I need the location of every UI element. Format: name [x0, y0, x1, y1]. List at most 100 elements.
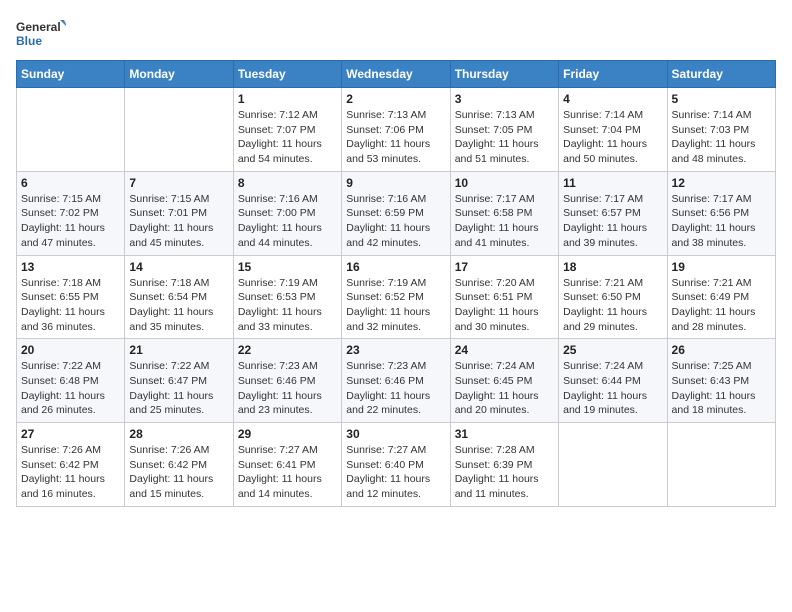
day-info: Sunrise: 7:21 AM Sunset: 6:49 PM Dayligh… [672, 276, 771, 335]
day-number: 3 [455, 92, 554, 106]
day-info: Sunrise: 7:13 AM Sunset: 7:05 PM Dayligh… [455, 108, 554, 167]
calendar-cell [17, 88, 125, 172]
calendar-cell: 3 Sunrise: 7:13 AM Sunset: 7:05 PM Daylig… [450, 88, 558, 172]
day-number: 25 [563, 343, 662, 357]
day-info: Sunrise: 7:16 AM Sunset: 7:00 PM Dayligh… [238, 192, 337, 251]
day-info: Sunrise: 7:21 AM Sunset: 6:50 PM Dayligh… [563, 276, 662, 335]
day-number: 14 [129, 260, 228, 274]
day-info: Sunrise: 7:26 AM Sunset: 6:42 PM Dayligh… [129, 443, 228, 502]
day-number: 12 [672, 176, 771, 190]
calendar-cell: 30 Sunrise: 7:27 AM Sunset: 6:40 PM Dayli… [342, 423, 450, 507]
calendar-cell: 6 Sunrise: 7:15 AM Sunset: 7:02 PM Daylig… [17, 171, 125, 255]
calendar-cell: 8 Sunrise: 7:16 AM Sunset: 7:00 PM Daylig… [233, 171, 341, 255]
day-info: Sunrise: 7:26 AM Sunset: 6:42 PM Dayligh… [21, 443, 120, 502]
calendar-cell: 18 Sunrise: 7:21 AM Sunset: 6:50 PM Dayli… [559, 255, 667, 339]
calendar-cell: 25 Sunrise: 7:24 AM Sunset: 6:44 PM Dayli… [559, 339, 667, 423]
calendar-cell [667, 423, 775, 507]
calendar-week-row: 27 Sunrise: 7:26 AM Sunset: 6:42 PM Dayli… [17, 423, 776, 507]
weekday-row: SundayMondayTuesdayWednesdayThursdayFrid… [17, 61, 776, 88]
weekday-header: Thursday [450, 61, 558, 88]
day-number: 29 [238, 427, 337, 441]
day-info: Sunrise: 7:27 AM Sunset: 6:40 PM Dayligh… [346, 443, 445, 502]
day-info: Sunrise: 7:17 AM Sunset: 6:56 PM Dayligh… [672, 192, 771, 251]
calendar-cell: 1 Sunrise: 7:12 AM Sunset: 7:07 PM Daylig… [233, 88, 341, 172]
day-info: Sunrise: 7:17 AM Sunset: 6:58 PM Dayligh… [455, 192, 554, 251]
day-number: 30 [346, 427, 445, 441]
day-info: Sunrise: 7:22 AM Sunset: 6:47 PM Dayligh… [129, 359, 228, 418]
calendar-cell: 13Sunrise: 7:18 AM Sunset: 6:55 PM Dayli… [17, 255, 125, 339]
svg-text:General: General [16, 20, 61, 34]
day-info: Sunrise: 7:18 AM Sunset: 6:54 PM Dayligh… [129, 276, 228, 335]
weekday-header: Wednesday [342, 61, 450, 88]
day-info: Sunrise: 7:12 AM Sunset: 7:07 PM Dayligh… [238, 108, 337, 167]
day-number: 26 [672, 343, 771, 357]
calendar-cell: 15 Sunrise: 7:19 AM Sunset: 6:53 PM Dayli… [233, 255, 341, 339]
page-header: General Blue [16, 16, 776, 52]
day-info: Sunrise: 7:14 AM Sunset: 7:04 PM Dayligh… [563, 108, 662, 167]
day-number: 11 [563, 176, 662, 190]
calendar-header: SundayMondayTuesdayWednesdayThursdayFrid… [17, 61, 776, 88]
calendar-cell [559, 423, 667, 507]
day-info: Sunrise: 7:13 AM Sunset: 7:06 PM Dayligh… [346, 108, 445, 167]
calendar-cell: 9Sunrise: 7:16 AM Sunset: 6:59 PM Daylig… [342, 171, 450, 255]
calendar-cell: 20Sunrise: 7:22 AM Sunset: 6:48 PM Dayli… [17, 339, 125, 423]
calendar-week-row: 13Sunrise: 7:18 AM Sunset: 6:55 PM Dayli… [17, 255, 776, 339]
day-number: 7 [129, 176, 228, 190]
day-info: Sunrise: 7:14 AM Sunset: 7:03 PM Dayligh… [672, 108, 771, 167]
day-info: Sunrise: 7:20 AM Sunset: 6:51 PM Dayligh… [455, 276, 554, 335]
day-info: Sunrise: 7:28 AM Sunset: 6:39 PM Dayligh… [455, 443, 554, 502]
calendar-cell: 4Sunrise: 7:14 AM Sunset: 7:04 PM Daylig… [559, 88, 667, 172]
calendar-cell: 5 Sunrise: 7:14 AM Sunset: 7:03 PM Daylig… [667, 88, 775, 172]
day-info: Sunrise: 7:18 AM Sunset: 6:55 PM Dayligh… [21, 276, 120, 335]
logo-svg: General Blue [16, 16, 66, 52]
day-number: 5 [672, 92, 771, 106]
day-info: Sunrise: 7:19 AM Sunset: 6:53 PM Dayligh… [238, 276, 337, 335]
calendar-cell: 27 Sunrise: 7:26 AM Sunset: 6:42 PM Dayli… [17, 423, 125, 507]
day-number: 2 [346, 92, 445, 106]
day-info: Sunrise: 7:24 AM Sunset: 6:45 PM Dayligh… [455, 359, 554, 418]
calendar-cell: 2 Sunrise: 7:13 AM Sunset: 7:06 PM Daylig… [342, 88, 450, 172]
day-number: 28 [129, 427, 228, 441]
calendar-week-row: 1 Sunrise: 7:12 AM Sunset: 7:07 PM Daylig… [17, 88, 776, 172]
calendar-cell: 31Sunrise: 7:28 AM Sunset: 6:39 PM Dayli… [450, 423, 558, 507]
day-info: Sunrise: 7:17 AM Sunset: 6:57 PM Dayligh… [563, 192, 662, 251]
calendar-cell: 26 Sunrise: 7:25 AM Sunset: 6:43 PM Dayli… [667, 339, 775, 423]
calendar-cell: 19 Sunrise: 7:21 AM Sunset: 6:49 PM Dayli… [667, 255, 775, 339]
calendar-cell: 21Sunrise: 7:22 AM Sunset: 6:47 PM Dayli… [125, 339, 233, 423]
day-number: 6 [21, 176, 120, 190]
day-info: Sunrise: 7:19 AM Sunset: 6:52 PM Dayligh… [346, 276, 445, 335]
day-number: 22 [238, 343, 337, 357]
day-info: Sunrise: 7:16 AM Sunset: 6:59 PM Dayligh… [346, 192, 445, 251]
weekday-header: Friday [559, 61, 667, 88]
day-number: 17 [455, 260, 554, 274]
calendar-cell: 10Sunrise: 7:17 AM Sunset: 6:58 PM Dayli… [450, 171, 558, 255]
calendar-cell: 17 Sunrise: 7:20 AM Sunset: 6:51 PM Dayli… [450, 255, 558, 339]
day-info: Sunrise: 7:15 AM Sunset: 7:01 PM Dayligh… [129, 192, 228, 251]
day-info: Sunrise: 7:15 AM Sunset: 7:02 PM Dayligh… [21, 192, 120, 251]
weekday-header: Tuesday [233, 61, 341, 88]
day-info: Sunrise: 7:23 AM Sunset: 6:46 PM Dayligh… [238, 359, 337, 418]
calendar-cell: 24 Sunrise: 7:24 AM Sunset: 6:45 PM Dayli… [450, 339, 558, 423]
calendar-cell: 16Sunrise: 7:19 AM Sunset: 6:52 PM Dayli… [342, 255, 450, 339]
day-number: 20 [21, 343, 120, 357]
day-number: 1 [238, 92, 337, 106]
svg-text:Blue: Blue [16, 34, 42, 48]
day-info: Sunrise: 7:24 AM Sunset: 6:44 PM Dayligh… [563, 359, 662, 418]
weekday-header: Monday [125, 61, 233, 88]
weekday-header: Saturday [667, 61, 775, 88]
calendar-cell: 28 Sunrise: 7:26 AM Sunset: 6:42 PM Dayli… [125, 423, 233, 507]
day-number: 8 [238, 176, 337, 190]
calendar-week-row: 20Sunrise: 7:22 AM Sunset: 6:48 PM Dayli… [17, 339, 776, 423]
calendar-cell: 11 Sunrise: 7:17 AM Sunset: 6:57 PM Dayli… [559, 171, 667, 255]
logo: General Blue [16, 16, 66, 52]
day-number: 19 [672, 260, 771, 274]
day-info: Sunrise: 7:25 AM Sunset: 6:43 PM Dayligh… [672, 359, 771, 418]
calendar-cell [125, 88, 233, 172]
day-number: 15 [238, 260, 337, 274]
calendar-cell: 23Sunrise: 7:23 AM Sunset: 6:46 PM Dayli… [342, 339, 450, 423]
calendar-body: 1 Sunrise: 7:12 AM Sunset: 7:07 PM Daylig… [17, 88, 776, 507]
day-number: 27 [21, 427, 120, 441]
day-number: 18 [563, 260, 662, 274]
calendar-cell: 22 Sunrise: 7:23 AM Sunset: 6:46 PM Dayli… [233, 339, 341, 423]
day-number: 24 [455, 343, 554, 357]
